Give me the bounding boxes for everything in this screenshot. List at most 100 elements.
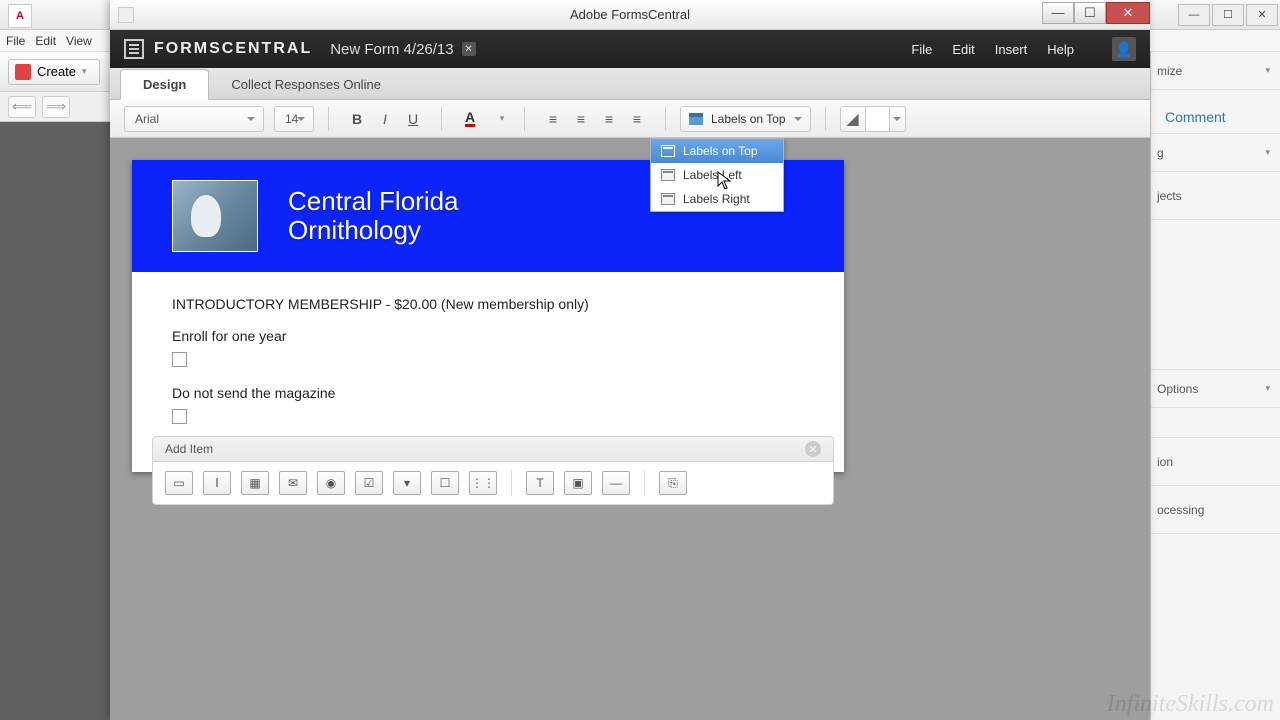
tab-collect[interactable]: Collect Responses Online [209,70,403,99]
option-2-label[interactable]: Do not send the magazine [172,385,804,401]
watermark: InfiniteSkills.com [1107,691,1274,718]
add-divider-button[interactable]: — [602,471,630,495]
font-family-select[interactable]: Arial [124,106,264,132]
fill-color-swatch [866,106,890,132]
chevron-down-icon: ▾ [1265,383,1270,394]
add-image-button[interactable]: ▣ [564,471,592,495]
menu-edit[interactable]: Edit [952,42,974,57]
separator [665,107,666,131]
chevron-down-icon: ▾ [1265,147,1270,158]
customize-row[interactable]: mize ▾ [1151,52,1280,90]
separator [441,107,442,131]
form-canvas[interactable]: Central Florida Ornithology INTRODUCTORY… [110,138,1150,720]
pdf-app-icon: A [8,4,32,28]
close-form-button[interactable]: ✕ [462,42,476,56]
panel-row-2[interactable]: jects [1151,172,1280,220]
menu-insert[interactable]: Insert [995,42,1028,57]
acrobat-menu-edit[interactable]: Edit [35,34,56,48]
align-left-button[interactable]: ≡ [539,106,567,132]
font-family-value: Arial [135,112,159,126]
dd-labels-left[interactable]: Labels Left [651,163,783,187]
separator [524,107,525,131]
text-color-button[interactable]: A [456,106,484,132]
options-row[interactable]: Options ▾ [1151,370,1280,408]
formscentral-logo-icon [124,39,144,59]
add-text-field-button[interactable]: ▭ [165,471,193,495]
add-single-checkbox-button[interactable]: ☐ [431,471,459,495]
add-page-break-button[interactable]: ⎘ [659,471,687,495]
label-position-dropdown: Labels on Top Labels Left Labels Right [650,138,784,212]
font-size-value: 14 [285,112,298,126]
acrobat-minimize-button[interactable]: — [1178,4,1210,26]
bold-button[interactable]: B [343,106,371,132]
acrobat-close-button[interactable]: ✕ [1246,4,1278,26]
italic-button[interactable]: I [371,106,399,132]
panel-row-4[interactable]: ion [1151,438,1280,486]
header-title: Central Florida Ornithology [288,187,459,244]
comment-tab[interactable]: Comment [1151,101,1240,133]
label-position-select[interactable]: Labels on Top [680,106,811,132]
panel-row-1[interactable]: g ▾ [1151,134,1280,172]
add-date-button[interactable]: ▦ [241,471,269,495]
underline-button[interactable]: U [399,106,427,132]
acrobat-right-sidebar: mize ▾ Comment g ▾ jects Options ▾ ion o… [1150,52,1280,720]
option-1-label[interactable]: Enroll for one year [172,328,804,344]
align-right-button[interactable]: ≡ [595,106,623,132]
dd-label-top: Labels on Top [683,144,758,158]
add-multiline-button[interactable]: Ⅰ [203,471,231,495]
add-dropdown-button[interactable]: ▾ [393,471,421,495]
header-image [172,180,258,252]
fc-window-title: Adobe FormsCentral [110,7,1150,22]
panel-label-1: g [1157,146,1164,160]
panel-spacer [1151,220,1280,370]
align-justify-button[interactable]: ≡ [623,106,651,132]
add-multi-choice-button[interactable]: ☑ [355,471,383,495]
create-pdf-icon [15,64,31,80]
acrobat-maximize-button[interactable]: ☐ [1212,4,1244,26]
labels-left-icon [661,169,675,181]
formscentral-window: Adobe FormsCentral — ☐ ✕ FORMSCENTRAL Ne… [110,0,1150,720]
separator [825,107,826,131]
panel-row-5[interactable]: ocessing [1151,486,1280,534]
question-label[interactable]: INTRODUCTORY MEMBERSHIP - $20.00 (New me… [172,296,804,312]
create-label: Create [37,64,76,79]
user-icon[interactable]: 👤 [1112,37,1136,61]
acrobat-menu-file[interactable]: File [6,34,25,48]
dd-labels-right[interactable]: Labels Right [651,187,783,211]
menu-file[interactable]: File [911,42,932,57]
acrobat-menu-view[interactable]: View [66,34,92,48]
nav-forward-button[interactable]: ⟹ [42,96,70,118]
panel-label-4: ion [1157,455,1173,469]
acrobat-create-button[interactable]: Create ▾ [8,59,100,85]
option-2-checkbox[interactable] [172,409,187,424]
separator [511,470,512,496]
dd-labels-on-top[interactable]: Labels on Top [651,139,783,163]
add-rating-button[interactable]: ⋮⋮ [469,471,497,495]
separator [644,470,645,496]
form-name: New Form 4/26/13 [330,41,453,58]
add-formatted-text-button[interactable]: T [526,471,554,495]
nav-back-button[interactable]: ⟸ [8,96,36,118]
text-color-dropdown[interactable]: ▾ [494,106,510,132]
fill-color-button[interactable]: ◢ [840,106,866,132]
align-center-button[interactable]: ≡ [567,106,595,132]
option-1-checkbox[interactable] [172,352,187,367]
menu-help[interactable]: Help [1047,42,1074,57]
labels-top-icon [661,145,675,157]
panel-label-5: ocessing [1157,503,1204,517]
tab-design[interactable]: Design [120,69,209,100]
add-item-title: Add Item [165,442,213,456]
add-item-close-button[interactable]: ✕ [805,441,821,457]
add-item-palette: ▭ Ⅰ ▦ ✉ ◉ ☑ ▾ ☐ ⋮⋮ T ▣ — ⎘ [152,461,834,505]
font-size-select[interactable]: 14 [274,106,314,132]
add-email-button[interactable]: ✉ [279,471,307,495]
title-line-1: Central Florida [288,187,459,216]
fc-titlebar: Adobe FormsCentral — ☐ ✕ [110,0,1150,30]
add-single-choice-button[interactable]: ◉ [317,471,345,495]
label-position-value: Labels on Top [711,112,786,126]
brand-text: FORMSCENTRAL [154,40,312,58]
fill-color-dropdown[interactable] [890,106,906,132]
panel-row-3 [1151,408,1280,438]
chevron-down-icon: ▾ [1265,65,1270,76]
separator [328,107,329,131]
